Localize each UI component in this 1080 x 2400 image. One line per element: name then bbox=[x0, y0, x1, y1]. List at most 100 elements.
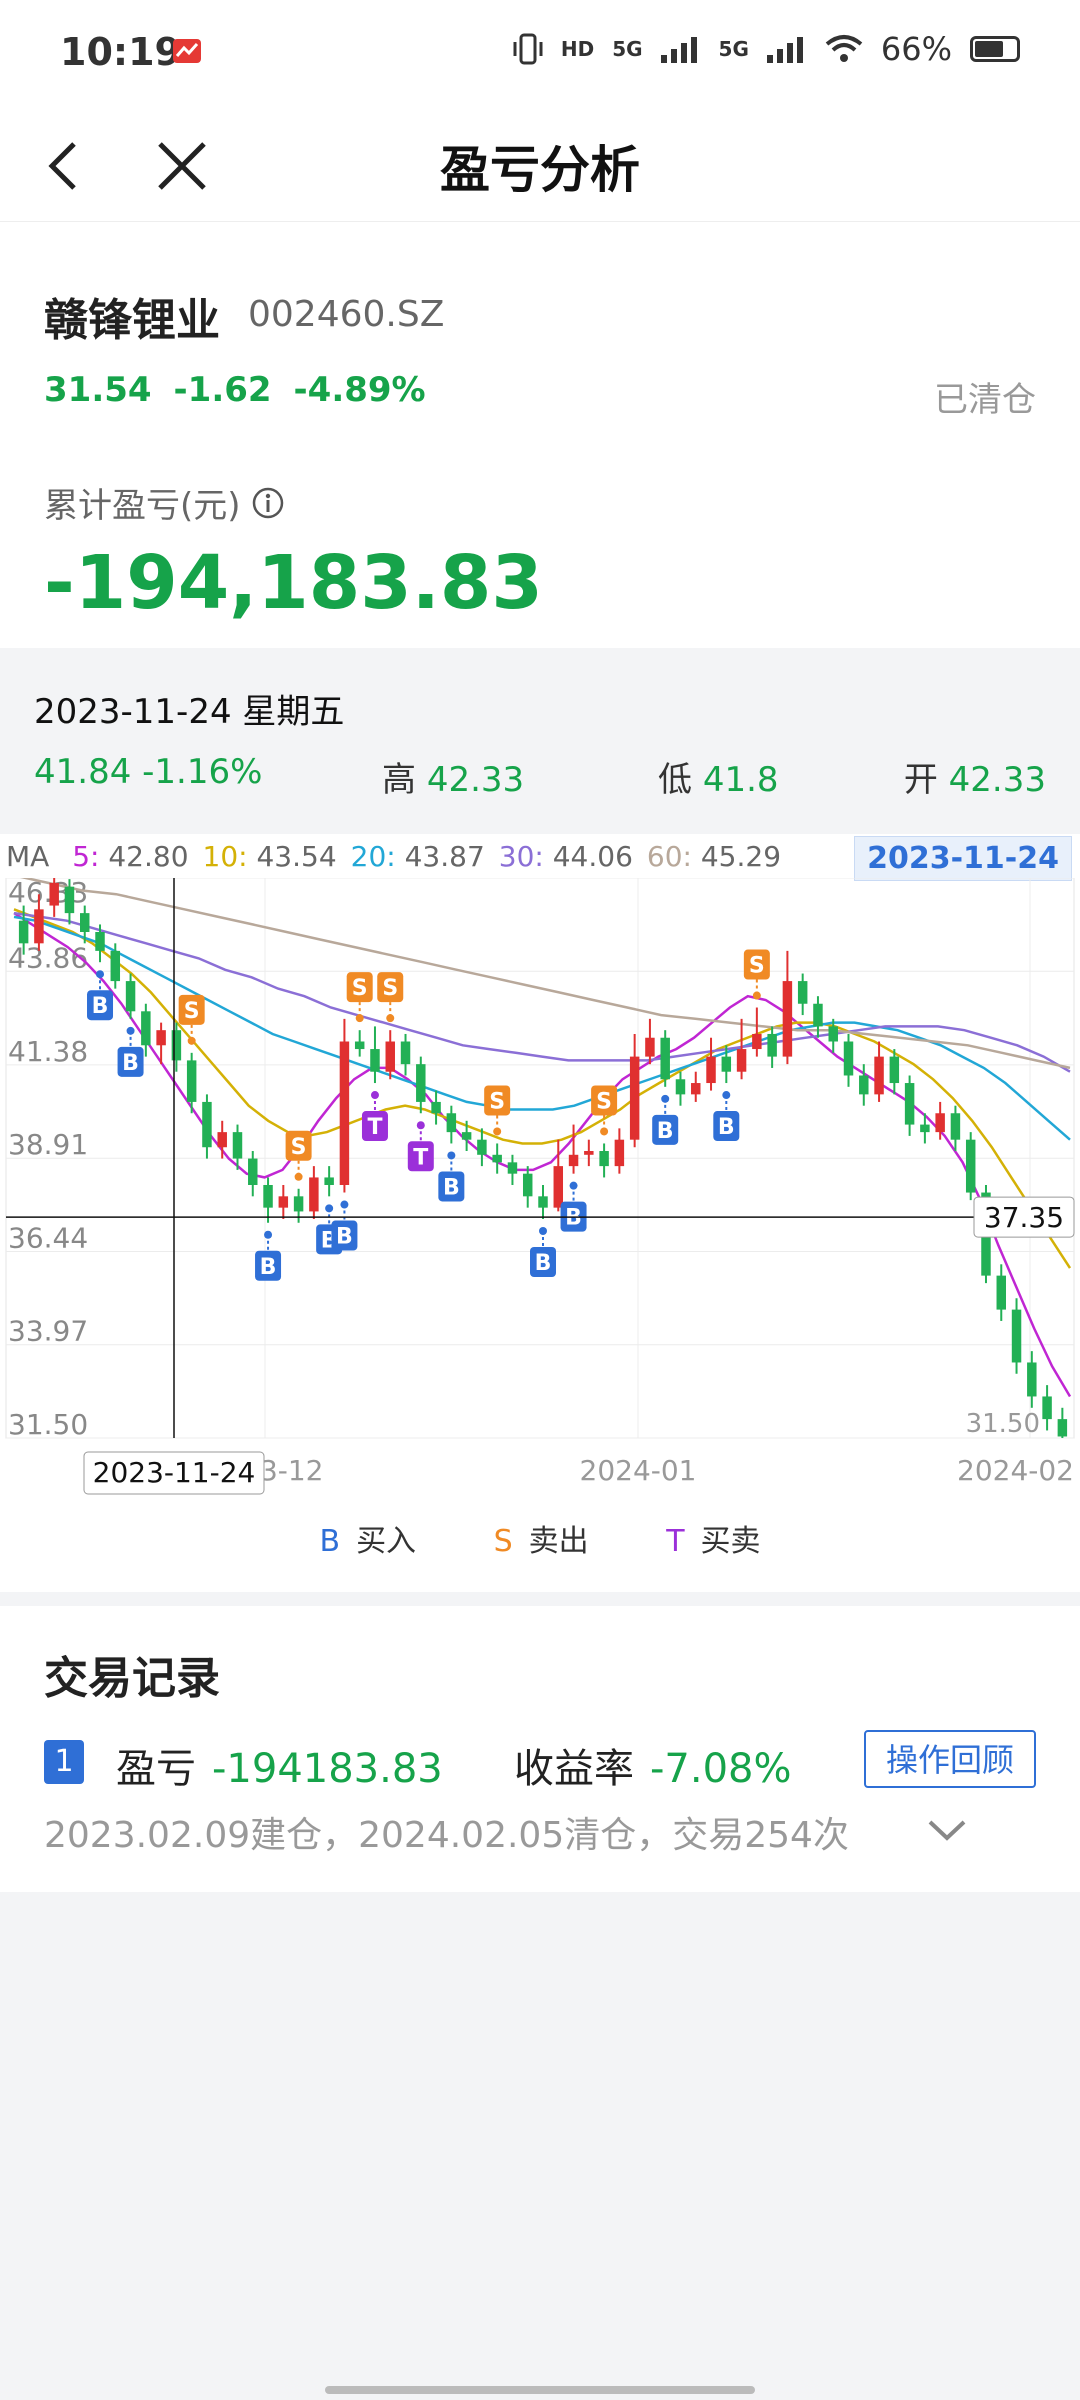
marker-dot-4 bbox=[294, 1172, 303, 1181]
marker-dot-1 bbox=[126, 1026, 135, 1035]
day-low-label: 低 bbox=[658, 760, 692, 800]
marker-dot-5 bbox=[325, 1204, 334, 1213]
ma-value-4: 45.29 bbox=[691, 840, 782, 873]
candle-4 bbox=[80, 913, 90, 932]
candle-68 bbox=[1057, 1419, 1068, 1437]
marker-label-11: B bbox=[443, 1175, 460, 1200]
candle-39 bbox=[614, 1139, 625, 1167]
legend-sell-key: S bbox=[493, 1524, 513, 1559]
candle-15 bbox=[248, 1158, 258, 1185]
candle-59 bbox=[920, 1124, 930, 1133]
candle-44 bbox=[691, 1083, 701, 1095]
cumulative-pnl-value: -194,183.83 bbox=[44, 540, 543, 626]
candle-55 bbox=[859, 1075, 869, 1095]
candle-22 bbox=[354, 1041, 365, 1050]
marker-dot-10 bbox=[416, 1121, 425, 1130]
day-high-value: 42.33 bbox=[426, 760, 525, 800]
marker-label-3: B bbox=[260, 1255, 277, 1280]
candle-8 bbox=[141, 1011, 151, 1046]
operation-review-button[interactable]: 操作回顾 bbox=[864, 1730, 1036, 1788]
day-open-value: 42.33 bbox=[948, 760, 1046, 800]
day-close: 41.84 -1.16% bbox=[34, 752, 262, 792]
candle-49 bbox=[767, 1033, 777, 1057]
y-tick-label-4: 36.44 bbox=[8, 1221, 88, 1254]
ma-value-2: 43.87 bbox=[395, 840, 485, 873]
marker-dot-12 bbox=[493, 1127, 502, 1136]
marker-dot-2 bbox=[187, 1036, 196, 1045]
marker-label-14: B bbox=[565, 1206, 582, 1231]
candle-61 bbox=[950, 1113, 961, 1140]
candle-62 bbox=[965, 1139, 976, 1193]
signal-5g-2: 5G bbox=[718, 37, 749, 61]
x-tick-label-2: 2024-01 bbox=[580, 1454, 697, 1487]
cumulative-pnl-label: 累计盈亏(元) bbox=[44, 478, 285, 527]
selected-date-chip: 2023-11-24 bbox=[854, 836, 1072, 881]
marker-dot-16 bbox=[661, 1094, 670, 1103]
min-price-label: 31.50 bbox=[966, 1409, 1040, 1439]
x-tick-label-0: 2023-11-24 bbox=[93, 1456, 256, 1489]
home-indicator[interactable] bbox=[325, 2386, 755, 2394]
ma-value-1: 43.54 bbox=[247, 840, 337, 873]
marker-label-16: B bbox=[657, 1119, 674, 1144]
candle-56 bbox=[874, 1056, 884, 1095]
page-title: 盈亏分析 bbox=[440, 141, 640, 199]
marker-dot-15 bbox=[600, 1127, 609, 1136]
candle-5 bbox=[95, 931, 105, 951]
record-yield: 收益率 -7.08% bbox=[514, 1736, 792, 1794]
record-pnl-label: 盈亏 bbox=[116, 1746, 196, 1792]
marker-dot-3 bbox=[264, 1230, 273, 1239]
candle-20 bbox=[324, 1177, 334, 1185]
marker-dot-11 bbox=[447, 1151, 456, 1160]
ma-value-0: 42.80 bbox=[99, 840, 189, 873]
ma-key-4: 60: bbox=[646, 840, 692, 873]
day-high-label: 高 bbox=[382, 760, 416, 800]
y-tick-label-1: 43.86 bbox=[8, 941, 88, 974]
ma-line-5 bbox=[13, 912, 1072, 1398]
candle-41 bbox=[645, 1037, 655, 1057]
marker-label-10: T bbox=[413, 1145, 428, 1170]
candle-16 bbox=[263, 1184, 273, 1208]
day-date: 2023-11-24 星期五 bbox=[34, 692, 345, 732]
marker-dot-7 bbox=[355, 1014, 364, 1023]
candle-23 bbox=[370, 1049, 380, 1072]
legend-buy-key: B bbox=[319, 1524, 341, 1559]
candle-50 bbox=[782, 981, 793, 1057]
y-tick-label-5: 33.97 bbox=[8, 1315, 88, 1348]
info-icon[interactable] bbox=[251, 486, 285, 520]
marker-label-17: B bbox=[718, 1115, 735, 1140]
position-status: 已清仓 bbox=[934, 380, 1036, 420]
candle-40 bbox=[629, 1056, 640, 1140]
kline-chart[interactable]: 46.3343.8641.3838.9136.4433.9731.50BBSBS… bbox=[0, 878, 1080, 1504]
day-low-value: 41.8 bbox=[702, 760, 779, 800]
record-pnl-value: -194183.83 bbox=[212, 1746, 443, 1792]
day-high: 高 42.33 bbox=[382, 752, 524, 801]
signal-bars-icon bbox=[660, 37, 697, 63]
legend-sell: S 卖出 bbox=[494, 1524, 589, 1559]
marker-dot-9 bbox=[386, 1014, 395, 1023]
record-yield-value: -7.08% bbox=[650, 1746, 792, 1792]
record-index-badge: 1 bbox=[44, 1740, 84, 1784]
day-open-label: 开 bbox=[903, 760, 938, 800]
legend-sell-label: 卖出 bbox=[528, 1524, 589, 1559]
chevron-down-icon[interactable] bbox=[926, 1816, 968, 1846]
record-pnl: 盈亏 -194183.83 bbox=[116, 1736, 443, 1794]
stock-price: 31.54 bbox=[44, 370, 152, 410]
candle-30 bbox=[477, 1139, 487, 1155]
marker-label-2: S bbox=[184, 999, 200, 1024]
candle-60 bbox=[935, 1113, 945, 1133]
kline-chart-area[interactable]: MA 5: 42.80 10: 43.54 20: 43.87 30: 44.06 60… bbox=[0, 834, 1080, 1592]
status-bar: 10:19 HD 5G 5G 66% bbox=[0, 0, 1080, 110]
candle-47 bbox=[736, 1049, 747, 1072]
candle-36 bbox=[568, 1154, 579, 1167]
legend-buy-label: 买入 bbox=[356, 1524, 417, 1559]
legend-trade: T 买卖 bbox=[666, 1524, 760, 1559]
marker-dot-8 bbox=[370, 1091, 379, 1100]
ma-item-1: 10: 43.54 bbox=[203, 840, 337, 873]
candle-67 bbox=[1042, 1396, 1052, 1420]
candle-13 bbox=[217, 1132, 227, 1148]
candle-46 bbox=[721, 1056, 732, 1072]
candle-21 bbox=[339, 1041, 350, 1185]
y-tick-label-3: 38.91 bbox=[8, 1128, 88, 1161]
candle-0 bbox=[18, 920, 29, 944]
candle-48 bbox=[752, 1033, 762, 1050]
